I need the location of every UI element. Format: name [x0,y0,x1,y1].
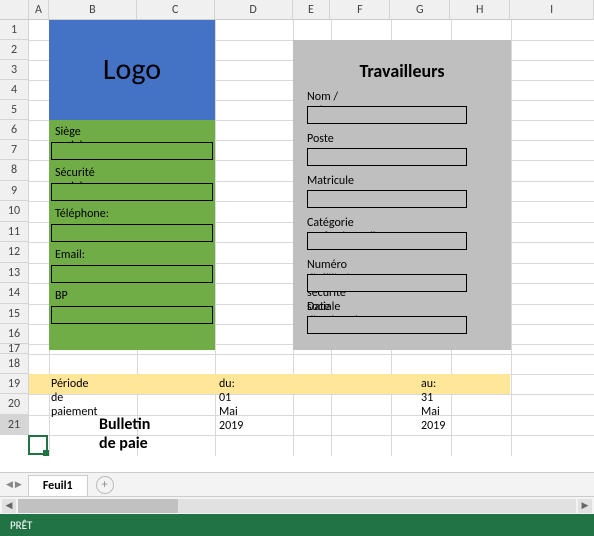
row-header-13[interactable]: 13 [0,263,29,283]
col-header-F[interactable]: F [330,0,390,19]
col-header-E[interactable]: E [293,0,331,19]
row-header-9[interactable]: 9 [0,181,29,201]
col-header-H[interactable]: H [450,0,510,19]
row-header-18[interactable]: 18 [0,354,29,374]
status-ready: PRÊT [10,519,32,532]
active-cell[interactable] [28,435,48,455]
input-embauche[interactable] [307,316,467,334]
select-all-corner[interactable] [0,0,29,19]
scroll-thumb[interactable] [18,499,178,513]
row-header-14[interactable]: 14 [0,283,29,304]
input-matricule[interactable] [307,190,467,208]
label-bp: BP [51,289,68,303]
row-header-2[interactable]: 2 [0,40,29,60]
col-header-I[interactable]: I [510,0,594,19]
sheet-tab-feuil1[interactable]: Feuil1 [28,475,88,496]
label-telephone: Téléphone: [51,207,109,221]
row-headers[interactable]: 123456789101112131415161718192021 [0,20,29,435]
input-affiliation[interactable] [307,274,467,292]
logo-cell: Logo [49,20,215,120]
worker-panel-title: Travailleurs [293,60,511,82]
input-siege-social[interactable] [51,142,213,160]
row-header-1[interactable]: 1 [0,20,29,40]
sheet-tab-bar: ◀ ▶ Feuil1 + [0,472,594,496]
scroll-left-arrow-icon[interactable]: ◀ [2,499,16,513]
row-header-6[interactable]: 6 [0,120,29,140]
row-header-15[interactable]: 15 [0,304,29,324]
period-label: Période de paiement [51,377,98,419]
col-header-A[interactable]: A [29,0,49,19]
row-header-10[interactable]: 10 [0,201,29,222]
row-header-7[interactable]: 7 [0,140,29,160]
row-header-20[interactable]: 20 [0,394,29,415]
tab-nav-prev-icon[interactable]: ◀ [6,479,13,490]
label-poste: Poste [307,132,334,146]
row-header-5[interactable]: 5 [0,100,29,120]
row-header-16[interactable]: 16 [0,324,29,344]
row-header-11[interactable]: 11 [0,222,29,242]
row-header-4[interactable]: 4 [0,80,29,100]
col-header-G[interactable]: G [390,0,450,19]
bulletin-title: Bulletin de paie [99,415,150,453]
row-header-17[interactable]: 17 [0,344,29,354]
period-to: au: 31 Mai 2019 [421,377,445,433]
tab-nav-next-icon[interactable]: ▶ [15,479,22,490]
scroll-right-arrow-icon[interactable]: ▶ [578,499,592,513]
col-header-D[interactable]: D [215,0,293,19]
add-sheet-button[interactable]: + [96,476,114,494]
col-header-B[interactable]: B [49,0,137,19]
row-header-21[interactable]: 21 [0,415,29,435]
input-categorie[interactable] [307,232,467,250]
input-email[interactable] [51,265,213,283]
horizontal-scrollbar[interactable]: ◀ ▶ [0,496,594,514]
input-telephone[interactable] [51,224,213,242]
period-from: du: 01 Mai 2019 [219,377,243,433]
input-poste[interactable] [307,148,467,166]
row-header-3[interactable]: 3 [0,60,29,80]
column-headers[interactable]: A B C D E F G H I [0,0,594,20]
input-nom-prenom[interactable] [307,106,467,124]
row-header-8[interactable]: 8 [0,160,29,181]
row-header-12[interactable]: 12 [0,242,29,263]
status-bar: PRÊT [0,514,594,536]
label-matricule: Matricule [307,174,354,188]
input-bp[interactable] [51,306,213,324]
col-header-C[interactable]: C [137,0,215,19]
row-header-19[interactable]: 19 [0,374,29,394]
input-securite-sociale[interactable] [51,183,213,201]
label-email: Email: [51,248,85,262]
